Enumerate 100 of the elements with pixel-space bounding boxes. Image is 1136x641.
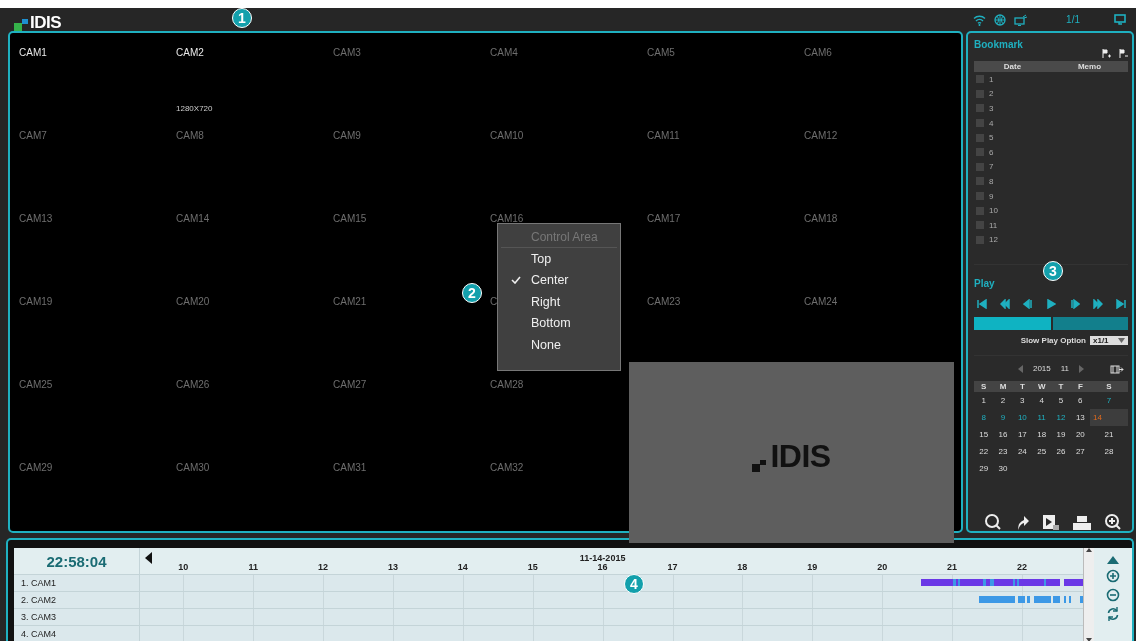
caret-icon xyxy=(1118,338,1125,344)
menu-item[interactable]: Top xyxy=(501,248,617,270)
calendar-day[interactable]: 18 xyxy=(1032,426,1052,444)
calendar-day[interactable]: 8 xyxy=(974,409,994,427)
bookmark-checkbox[interactable] xyxy=(976,221,984,230)
wifi-icon[interactable] xyxy=(973,13,987,26)
scroll-left-icon[interactable] xyxy=(145,552,152,564)
bookmark-number: 4 xyxy=(989,118,994,128)
calendar-day[interactable]: 24 xyxy=(1012,443,1032,461)
bookmark-checkbox[interactable] xyxy=(976,119,984,128)
video-clip-icon[interactable] xyxy=(1042,513,1060,531)
bookmark-checkbox[interactable] xyxy=(976,75,984,84)
date-label: 11-14-2015 xyxy=(579,553,626,563)
calendar-day[interactable]: 23 xyxy=(993,443,1013,461)
menu-item[interactable]: None xyxy=(501,334,617,356)
refresh-icon[interactable] xyxy=(1106,607,1120,621)
calendar-day[interactable]: 13 xyxy=(1070,409,1090,427)
calendar-day[interactable]: 29 xyxy=(974,460,994,478)
resolution-label: 1280X720 xyxy=(176,104,213,113)
recording-segment xyxy=(1079,596,1083,603)
bookmark-checkbox[interactable] xyxy=(976,206,984,215)
bookmark-checkbox[interactable] xyxy=(976,148,984,157)
step-forward-icon[interactable] xyxy=(1069,299,1080,310)
rewind-icon[interactable] xyxy=(1000,299,1011,310)
camera-label: CAM5 xyxy=(647,47,675,58)
bookmark-number: 2 xyxy=(989,89,994,99)
bookmark-checkbox[interactable] xyxy=(976,177,984,186)
calendar-day[interactable]: 11 xyxy=(1032,409,1052,427)
globe-icon[interactable] xyxy=(994,13,1007,26)
calendar-day[interactable]: 2 xyxy=(993,392,1013,410)
skip-start-icon[interactable] xyxy=(977,299,987,310)
bookmark-number: 3 xyxy=(989,104,994,113)
calendar-day[interactable]: 21 xyxy=(1090,426,1128,444)
progress-bar[interactable] xyxy=(974,317,1128,331)
fast-forward-icon[interactable] xyxy=(1092,299,1103,310)
slow-play-dropdown[interactable]: x1/1 xyxy=(1090,336,1128,346)
bookmark-checkbox[interactable] xyxy=(976,162,984,171)
previous-icon[interactable] xyxy=(1017,364,1023,373)
clock-time: 22:58:04 xyxy=(14,548,140,574)
flag-plus-icon[interactable] xyxy=(1102,49,1111,58)
calendar-day[interactable]: 3 xyxy=(1012,392,1032,410)
weekday-header: S xyxy=(1090,381,1128,393)
calendar-day[interactable]: 26 xyxy=(1051,443,1071,461)
bookmark-checkbox[interactable] xyxy=(976,192,984,201)
camera-label: CAM26 xyxy=(176,379,210,390)
calendar-day[interactable]: 15 xyxy=(974,426,994,444)
film-arrow-icon[interactable] xyxy=(1110,365,1124,375)
calendar-day[interactable]: 27 xyxy=(1070,443,1090,461)
calendar-day[interactable]: 17 xyxy=(1012,426,1032,444)
calendar-day[interactable]: 4 xyxy=(1032,392,1052,410)
calendar-day[interactable]: 7 xyxy=(1090,392,1128,410)
calendar-month: 11 xyxy=(1060,364,1070,374)
recording-segment xyxy=(1063,579,1083,586)
calendar-day[interactable]: 16 xyxy=(993,426,1013,444)
calendar-day[interactable]: 12 xyxy=(1051,409,1071,427)
camera-label: CAM17 xyxy=(647,213,681,224)
calendar-day[interactable]: 9 xyxy=(993,409,1013,427)
logo-squares-icon xyxy=(14,19,28,31)
calendar-day[interactable]: 1 xyxy=(974,392,994,410)
step-back-icon[interactable] xyxy=(1023,299,1034,310)
menu-item[interactable]: Right xyxy=(501,291,617,313)
hour-label: 18 xyxy=(737,562,748,572)
hour-label: 15 xyxy=(527,562,538,572)
camera-label: CAM12 xyxy=(804,130,838,141)
bookmark-checkbox[interactable] xyxy=(976,104,984,113)
scroll-up-icon[interactable] xyxy=(1086,548,1092,552)
calendar-day[interactable]: 20 xyxy=(1070,426,1090,444)
collapse-up-icon[interactable] xyxy=(1107,556,1119,564)
calendar-day[interactable]: 30 xyxy=(993,460,1013,478)
play-icon[interactable] xyxy=(1046,299,1057,310)
zoom-out-icon[interactable] xyxy=(1106,588,1120,602)
zoom-in-icon[interactable] xyxy=(1104,513,1122,531)
column-header: Date xyxy=(1002,62,1023,71)
scroll-down-icon[interactable] xyxy=(1086,638,1092,641)
vertical-scrollbar[interactable] xyxy=(1083,548,1094,641)
calendar-day[interactable]: 28 xyxy=(1090,443,1128,461)
printer-icon[interactable] xyxy=(1072,515,1092,531)
menu-item[interactable]: Center xyxy=(501,269,617,291)
bookmark-checkbox[interactable] xyxy=(976,133,984,142)
skip-end-icon[interactable] xyxy=(1115,299,1126,310)
calendar-day[interactable]: 22 xyxy=(974,443,994,461)
bookmark-checkbox[interactable] xyxy=(976,89,984,98)
calendar-day[interactable]: 19 xyxy=(1051,426,1071,444)
flag-minus-icon[interactable] xyxy=(1119,49,1128,58)
calendar-day[interactable]: 25 xyxy=(1032,443,1052,461)
search-icon[interactable] xyxy=(984,513,1002,531)
camera-label: CAM29 xyxy=(19,462,53,473)
section-title: Play xyxy=(974,278,995,290)
monitor-icon[interactable] xyxy=(1014,13,1029,26)
hour-label: 13 xyxy=(388,562,398,572)
calendar-day[interactable]: 5 xyxy=(1051,392,1071,410)
hour-label: 10 xyxy=(178,562,189,572)
menu-item[interactable]: Bottom xyxy=(501,312,617,334)
bookmark-checkbox[interactable] xyxy=(976,235,984,244)
recording-segment xyxy=(978,596,1015,603)
next-icon[interactable] xyxy=(1079,364,1085,373)
column-header: Memo xyxy=(1076,62,1103,71)
calendar-day[interactable]: 6 xyxy=(1070,392,1090,410)
display-icon[interactable] xyxy=(1114,14,1126,25)
calendar-day[interactable]: 10 xyxy=(1012,409,1032,427)
